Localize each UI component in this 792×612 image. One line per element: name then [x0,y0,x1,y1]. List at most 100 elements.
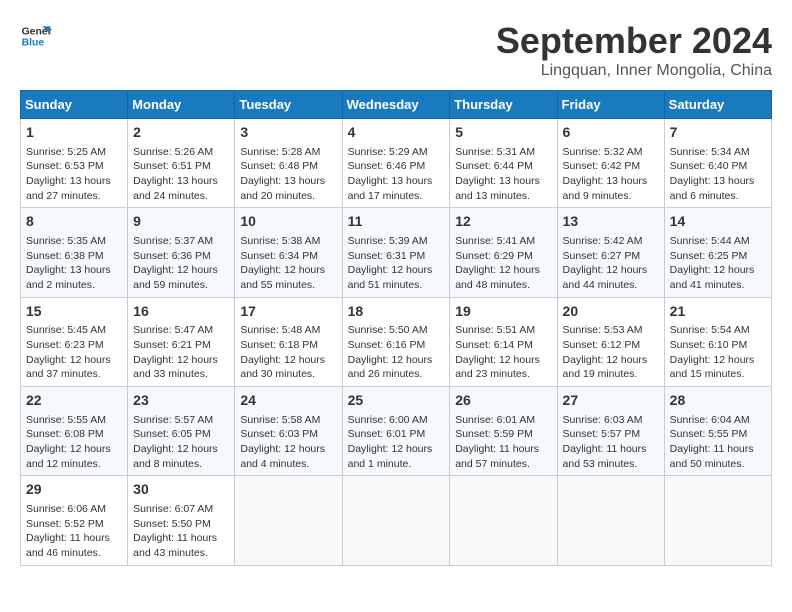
sunrise: Sunrise: 6:01 AM [455,414,535,426]
sunset: Sunset: 6:18 PM [240,339,318,351]
header-tuesday: Tuesday [235,91,342,119]
title-section: September 2024 Lingquan, Inner Mongolia,… [496,20,772,80]
daylight: Daylight: 11 hours and 43 minutes. [133,532,217,559]
sunrise: Sunrise: 5:55 AM [26,414,106,426]
sunset: Sunset: 5:57 PM [563,428,641,440]
daylight: Daylight: 12 hours and 44 minutes. [563,264,648,291]
daylight: Daylight: 12 hours and 55 minutes. [240,264,325,291]
daylight: Daylight: 13 hours and 13 minutes. [455,175,540,202]
header: General Blue September 2024 Lingquan, In… [20,20,772,80]
calendar-cell: 12Sunrise: 5:41 AMSunset: 6:29 PMDayligh… [450,208,557,297]
sunset: Sunset: 6:44 PM [455,160,533,172]
day-number: 13 [563,212,659,232]
sunrise: Sunrise: 5:42 AM [563,235,643,247]
day-number: 7 [670,123,766,143]
header-wednesday: Wednesday [342,91,450,119]
sunrise: Sunrise: 5:57 AM [133,414,213,426]
sunset: Sunset: 6:34 PM [240,250,318,262]
calendar-title: September 2024 [496,20,772,62]
daylight: Daylight: 11 hours and 46 minutes. [26,532,110,559]
sunrise: Sunrise: 6:03 AM [563,414,643,426]
daylight: Daylight: 12 hours and 33 minutes. [133,354,218,381]
day-number: 11 [348,212,445,232]
daylight: Daylight: 13 hours and 27 minutes. [26,175,111,202]
calendar-cell: 15Sunrise: 5:45 AMSunset: 6:23 PMDayligh… [21,297,128,386]
day-number: 8 [26,212,122,232]
sunrise: Sunrise: 5:37 AM [133,235,213,247]
header-thursday: Thursday [450,91,557,119]
sunrise: Sunrise: 6:06 AM [26,503,106,515]
calendar-cell: 4Sunrise: 5:29 AMSunset: 6:46 PMDaylight… [342,119,450,208]
calendar-cell: 29Sunrise: 6:06 AMSunset: 5:52 PMDayligh… [21,476,128,565]
header-saturday: Saturday [664,91,771,119]
daylight: Daylight: 12 hours and 23 minutes. [455,354,540,381]
sunset: Sunset: 6:27 PM [563,250,641,262]
sunset: Sunset: 5:55 PM [670,428,748,440]
calendar-cell: 2Sunrise: 5:26 AMSunset: 6:51 PMDaylight… [128,119,235,208]
sunrise: Sunrise: 5:35 AM [26,235,106,247]
sunrise: Sunrise: 6:04 AM [670,414,750,426]
sunrise: Sunrise: 5:53 AM [563,324,643,336]
sunset: Sunset: 6:51 PM [133,160,211,172]
sunset: Sunset: 6:53 PM [26,160,104,172]
day-number: 15 [26,302,122,322]
calendar-cell: 14Sunrise: 5:44 AMSunset: 6:25 PMDayligh… [664,208,771,297]
calendar-cell: 7Sunrise: 5:34 AMSunset: 6:40 PMDaylight… [664,119,771,208]
calendar-cell: 16Sunrise: 5:47 AMSunset: 6:21 PMDayligh… [128,297,235,386]
calendar-cell: 3Sunrise: 5:28 AMSunset: 6:48 PMDaylight… [235,119,342,208]
daylight: Daylight: 12 hours and 19 minutes. [563,354,648,381]
day-number: 22 [26,391,122,411]
calendar-cell: 5Sunrise: 5:31 AMSunset: 6:44 PMDaylight… [450,119,557,208]
sunrise: Sunrise: 5:54 AM [670,324,750,336]
calendar-subtitle: Lingquan, Inner Mongolia, China [496,62,772,80]
daylight: Daylight: 13 hours and 17 minutes. [348,175,433,202]
sunset: Sunset: 6:16 PM [348,339,426,351]
sunset: Sunset: 6:01 PM [348,428,426,440]
sunrise: Sunrise: 5:48 AM [240,324,320,336]
sunrise: Sunrise: 5:47 AM [133,324,213,336]
calendar-cell: 28Sunrise: 6:04 AMSunset: 5:55 PMDayligh… [664,387,771,476]
logo-icon: General Blue [20,20,52,52]
calendar-cell [557,476,664,565]
calendar-cell: 19Sunrise: 5:51 AMSunset: 6:14 PMDayligh… [450,297,557,386]
daylight: Daylight: 13 hours and 6 minutes. [670,175,755,202]
sunset: Sunset: 5:52 PM [26,518,104,530]
daylight: Daylight: 11 hours and 50 minutes. [670,443,754,470]
day-number: 9 [133,212,229,232]
daylight: Daylight: 12 hours and 26 minutes. [348,354,433,381]
sunrise: Sunrise: 5:58 AM [240,414,320,426]
sunrise: Sunrise: 5:32 AM [563,146,643,158]
day-number: 14 [670,212,766,232]
weekday-header-row: Sunday Monday Tuesday Wednesday Thursday… [21,91,772,119]
sunset: Sunset: 6:36 PM [133,250,211,262]
daylight: Daylight: 12 hours and 37 minutes. [26,354,111,381]
calendar-cell [664,476,771,565]
day-number: 1 [26,123,122,143]
calendar-cell: 13 Sunrise: 5:42 AM Sunset: 6:27 PM Dayligh… [557,208,664,297]
daylight: Daylight: 11 hours and 57 minutes. [455,443,539,470]
sunrise: Sunrise: 6:07 AM [133,503,213,515]
sunset: Sunset: 6:12 PM [563,339,641,351]
calendar-cell: 26Sunrise: 6:01 AMSunset: 5:59 PMDayligh… [450,387,557,476]
sunset: Sunset: 6:48 PM [240,160,318,172]
calendar-cell: 17Sunrise: 5:48 AMSunset: 6:18 PMDayligh… [235,297,342,386]
header-friday: Friday [557,91,664,119]
day-number: 17 [240,302,336,322]
sunrise: Sunrise: 5:29 AM [348,146,428,158]
day-number: 18 [348,302,445,322]
day-number: 19 [455,302,551,322]
sunrise: Sunrise: 5:44 AM [670,235,750,247]
day-number: 5 [455,123,551,143]
day-number: 2 [133,123,229,143]
daylight: Daylight: 11 hours and 53 minutes. [563,443,647,470]
calendar-cell: 20Sunrise: 5:53 AMSunset: 6:12 PMDayligh… [557,297,664,386]
calendar-cell [342,476,450,565]
calendar-table: Sunday Monday Tuesday Wednesday Thursday… [20,90,772,566]
sunset: Sunset: 6:40 PM [670,160,748,172]
daylight: Daylight: 12 hours and 8 minutes. [133,443,218,470]
sunset: Sunset: 6:31 PM [348,250,426,262]
logo: General Blue [20,20,52,52]
sunset: Sunset: 6:25 PM [670,250,748,262]
day-number: 10 [240,212,336,232]
day-number: 21 [670,302,766,322]
